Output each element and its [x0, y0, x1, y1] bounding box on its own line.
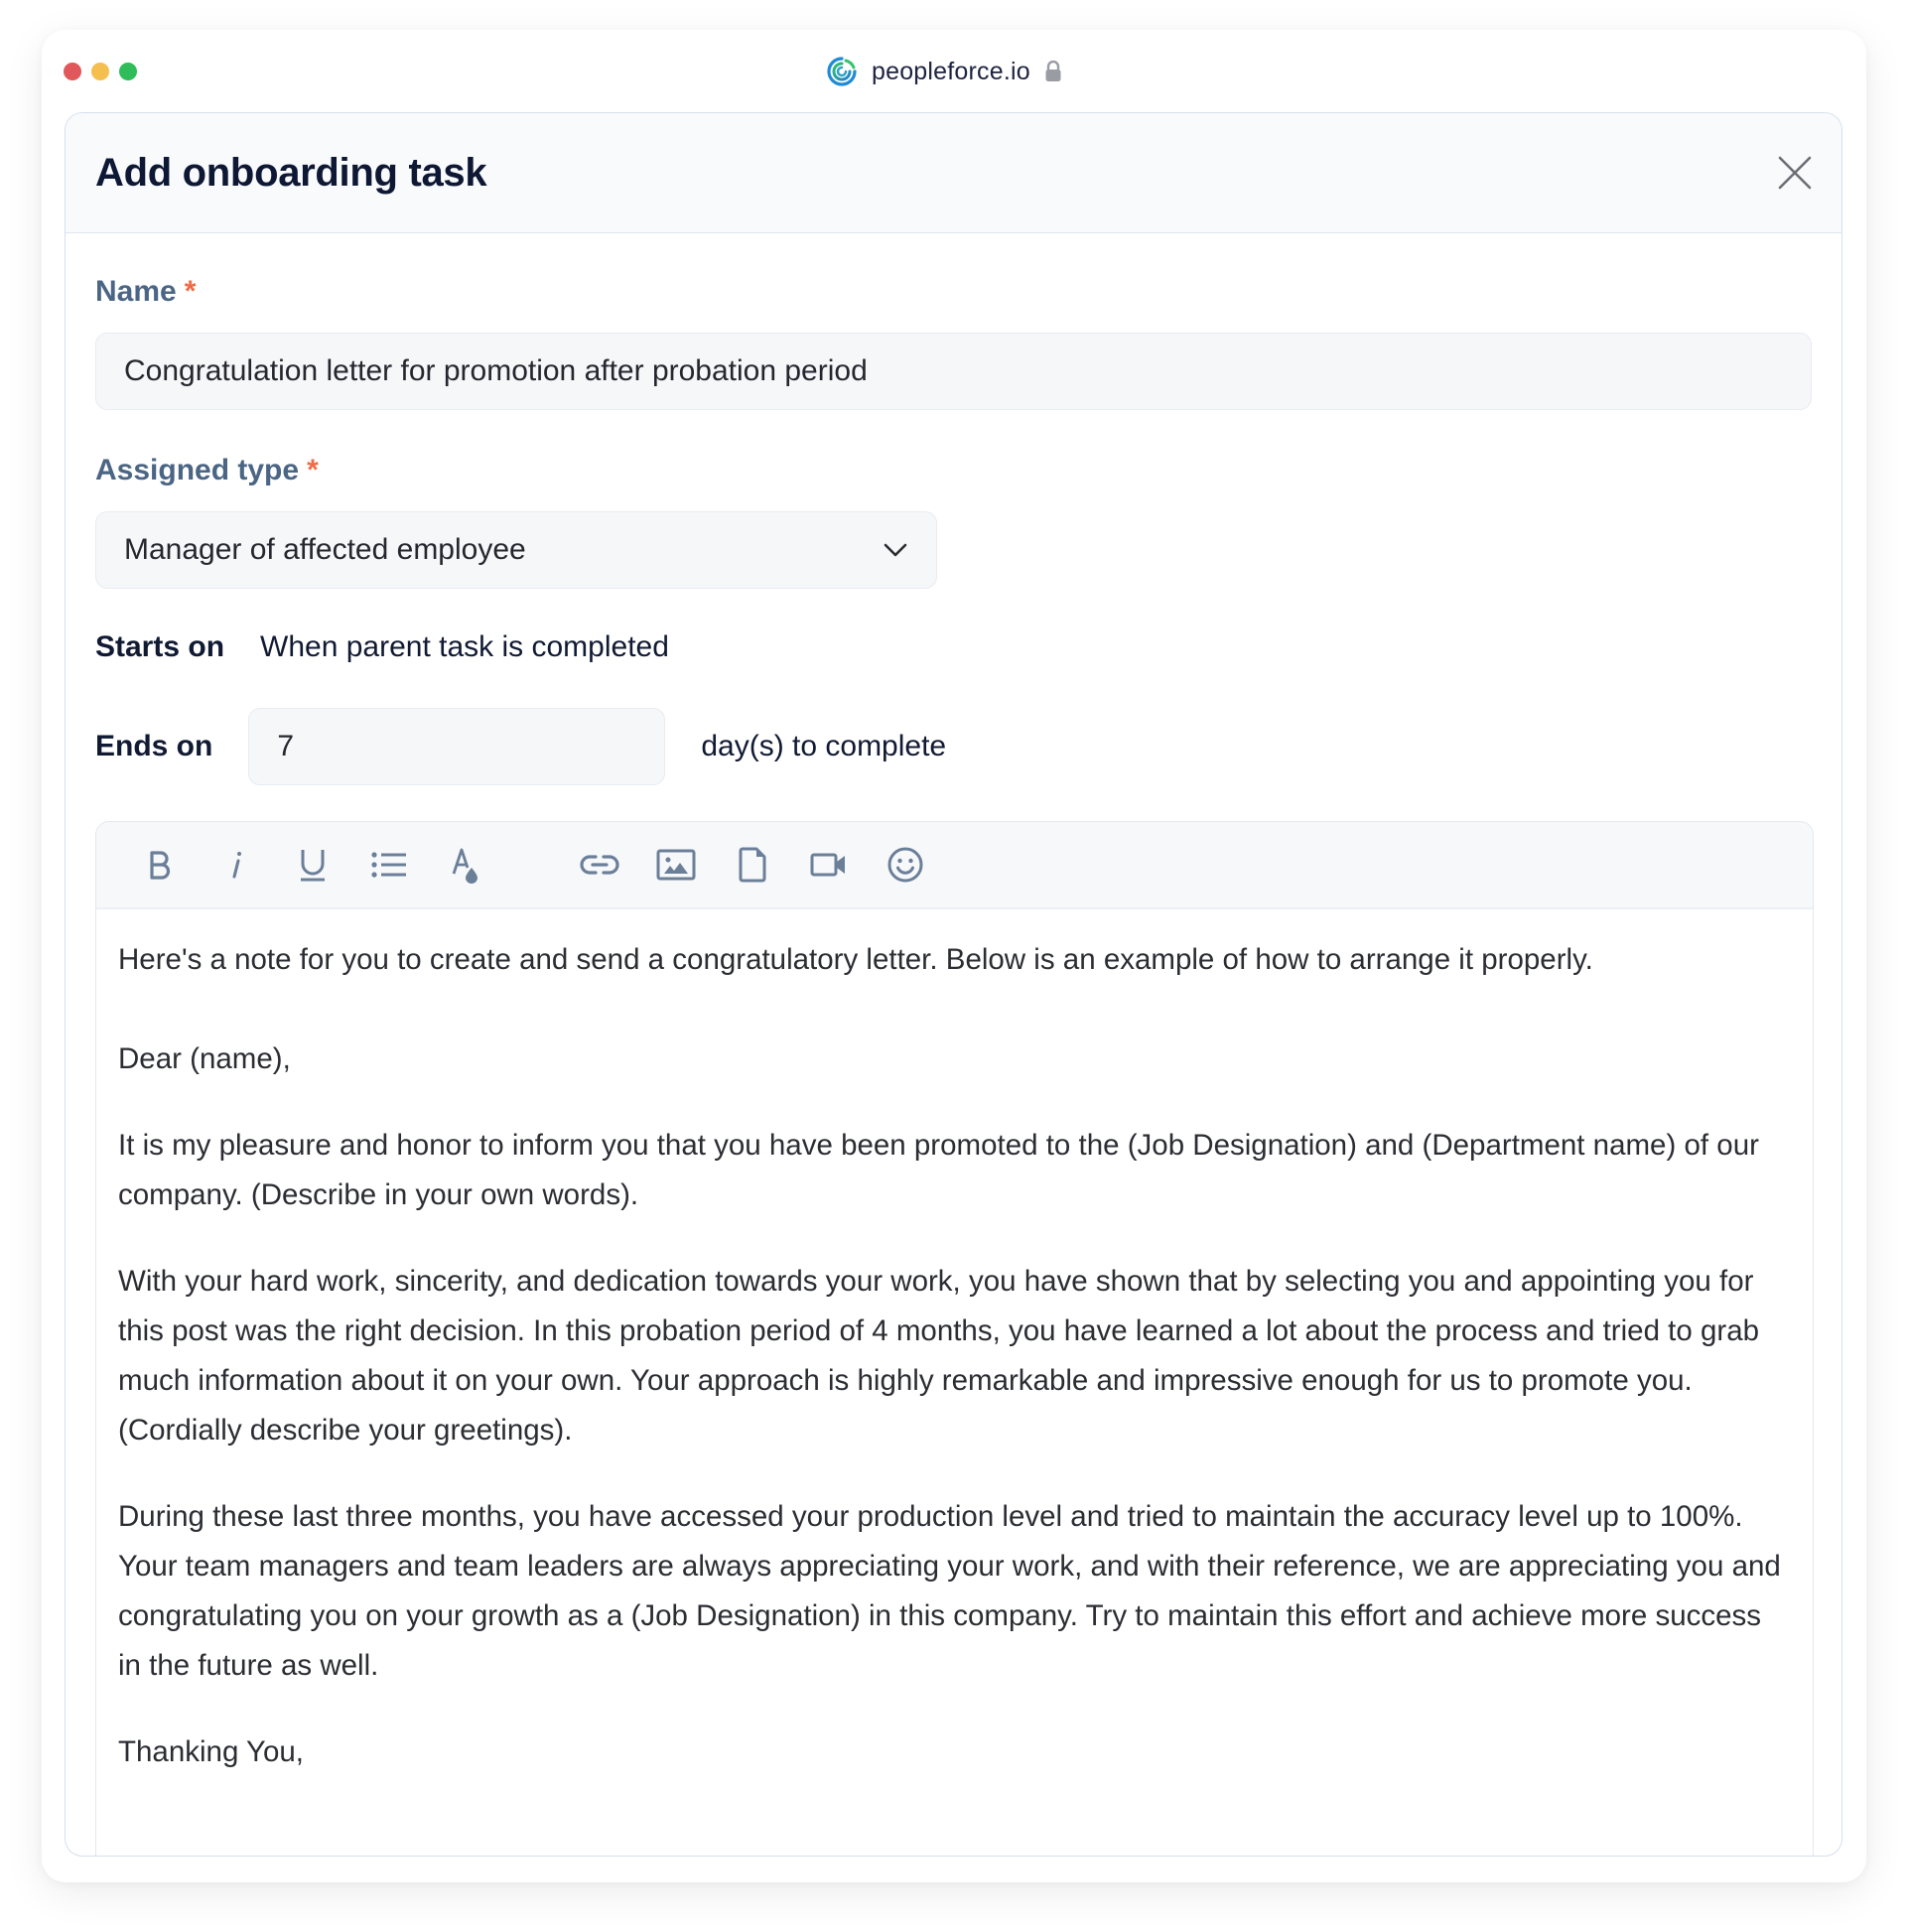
dialog-title: Add onboarding task	[95, 150, 487, 195]
minimize-window-button[interactable]	[91, 63, 109, 80]
text-color-button[interactable]	[446, 845, 485, 885]
insert-emoji-button[interactable]	[885, 845, 925, 885]
name-input[interactable]: Congratulation letter for promotion afte…	[95, 333, 1812, 410]
maximize-window-button[interactable]	[119, 63, 137, 80]
intro-paragraph: Here's a note for you to create and send…	[118, 943, 1593, 976]
editor-content[interactable]: Here's a note for you to create and send…	[96, 909, 1813, 1777]
underline-icon	[301, 850, 325, 882]
link-icon	[580, 855, 619, 875]
closing-line: Thanking You,	[118, 1735, 304, 1768]
close-window-button[interactable]	[64, 63, 81, 80]
window-controls	[64, 63, 137, 80]
assigned-type-label-text: Assigned type	[95, 454, 300, 486]
chevron-down-icon	[884, 543, 907, 557]
underline-button[interactable]	[293, 845, 333, 885]
text-color-icon	[452, 848, 477, 884]
dialog-header: Add onboarding task	[66, 113, 1841, 233]
image-icon	[656, 849, 696, 881]
lock-icon	[1045, 61, 1061, 81]
ends-on-row: Ends on 7 day(s) to complete	[95, 708, 946, 785]
italic-icon	[232, 852, 241, 879]
list-icon	[371, 852, 406, 878]
body-paragraph: During these last three months, you have…	[118, 1500, 1781, 1682]
insert-image-button[interactable]	[656, 845, 696, 885]
peopleforce-logo-icon	[827, 57, 857, 86]
body-paragraph: With your hard work, sincerity, and dedi…	[118, 1265, 1760, 1447]
greeting-line: Dear (name),	[118, 1042, 291, 1075]
required-mark: *	[307, 454, 319, 486]
close-dialog-button[interactable]	[1773, 151, 1817, 195]
ends-on-label: Ends on	[95, 730, 213, 762]
days-value: 7	[277, 730, 295, 762]
close-icon	[1778, 156, 1812, 190]
address-bar[interactable]: peopleforce.io	[826, 52, 1062, 91]
assigned-type-value: Manager of affected employee	[124, 533, 526, 566]
assigned-type-select[interactable]: Manager of affected employee	[95, 511, 937, 589]
attach-file-button[interactable]	[733, 845, 772, 885]
url-text: peopleforce.io	[872, 57, 1030, 85]
starts-on-label: Starts on	[95, 630, 225, 663]
video-icon	[810, 853, 845, 877]
starts-on-value: When parent task is completed	[260, 630, 669, 663]
browser-window: peopleforce.io Add onboarding task Name …	[42, 30, 1866, 1882]
editor-toolbar	[96, 822, 1813, 909]
name-label-text: Name	[95, 275, 177, 308]
days-suffix: day(s) to complete	[701, 730, 947, 762]
bold-button[interactable]	[140, 845, 180, 885]
name-input-value: Congratulation letter for promotion afte…	[124, 354, 868, 387]
file-icon	[739, 847, 766, 883]
description-editor: Here's a note for you to create and send…	[95, 821, 1814, 1856]
bold-icon	[150, 851, 171, 880]
bullet-list-button[interactable]	[369, 845, 409, 885]
add-onboarding-task-dialog: Add onboarding task Name * Congratulatio…	[65, 112, 1842, 1857]
body-paragraph: It is my pleasure and honor to inform yo…	[118, 1129, 1759, 1211]
insert-video-button[interactable]	[809, 845, 849, 885]
emoji-icon	[887, 847, 923, 883]
link-button[interactable]	[580, 845, 619, 885]
required-mark: *	[184, 275, 197, 308]
italic-button[interactable]	[216, 845, 256, 885]
name-label: Name *	[95, 275, 196, 309]
assigned-type-label: Assigned type *	[95, 454, 319, 487]
days-to-complete-input[interactable]: 7	[248, 708, 666, 785]
starts-on-row: Starts on When parent task is completed	[95, 630, 669, 664]
